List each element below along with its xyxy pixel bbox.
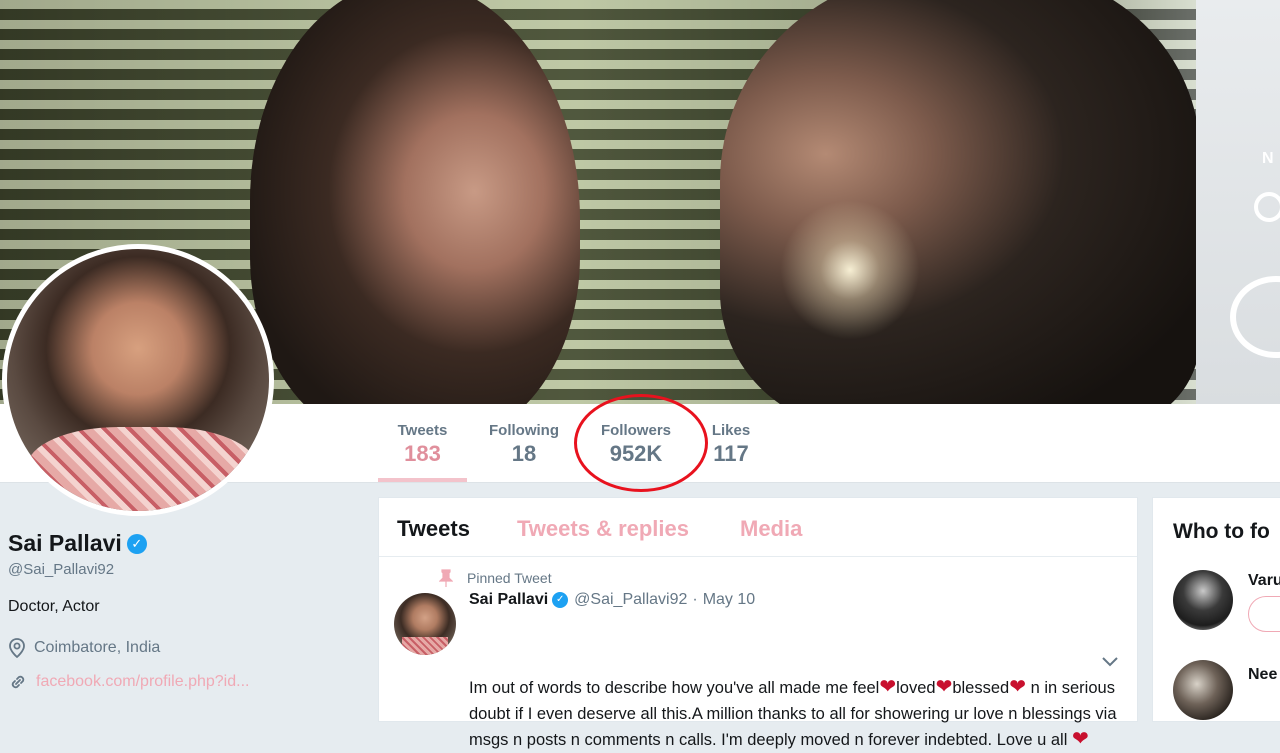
chevron-down-icon[interactable]	[1101, 655, 1119, 667]
tweet-text-part: loved	[896, 679, 936, 697]
suggested-user-avatar[interactable]	[1173, 570, 1233, 630]
heart-icon: ❤	[1071, 728, 1089, 750]
banner-poster-letters: N	[1262, 150, 1274, 167]
pinned-label-row: Pinned Tweet	[439, 569, 552, 587]
profile-handle[interactable]: @Sai_Pallavi92	[8, 561, 358, 578]
heart-icon: ❤	[935, 676, 953, 698]
profile-website: facebook.com/profile.php?id...	[8, 672, 358, 692]
profile-avatar[interactable]	[2, 244, 274, 516]
followers-highlight-circle	[574, 394, 708, 492]
follow-button[interactable]	[1248, 596, 1280, 632]
tweet-date[interactable]: May 10	[703, 591, 755, 609]
profile-location: Coimbatore, India	[8, 638, 358, 658]
tweet-handle[interactable]: @Sai_Pallavi92	[574, 591, 687, 609]
profile-name[interactable]: Sai Pallavi	[8, 530, 122, 557]
stat-value: 18	[511, 441, 537, 466]
banner-poster-ring	[1254, 192, 1280, 222]
tab-media[interactable]: Media	[740, 516, 802, 542]
timeline: Tweets Tweets & replies Media Pinned Twe…	[378, 497, 1138, 749]
suggested-user-name[interactable]: Varu	[1248, 572, 1280, 590]
tweet-header: Sai Pallavi ✓ @Sai_Pallavi92 · May 10	[469, 591, 755, 609]
pin-icon	[439, 569, 453, 587]
stat-value: 183	[404, 441, 441, 466]
verified-badge-icon: ✓	[126, 533, 147, 554]
tab-tweets-replies[interactable]: Tweets & replies	[517, 516, 689, 542]
tab-tweets[interactable]: Tweets	[397, 516, 470, 542]
banner-person-left	[250, 0, 580, 404]
stat-label: Tweets	[397, 422, 448, 439]
tweet-text-part: Im out of words to describe how you've a…	[469, 679, 880, 697]
tweet-text-part: blessed	[952, 679, 1010, 697]
location-pin-icon	[9, 638, 25, 658]
location-text: Coimbatore, India	[34, 639, 161, 656]
stat-following[interactable]: Following 18	[480, 404, 568, 482]
heart-icon: ❤	[879, 676, 897, 698]
profile-bio: Doctor, Actor	[8, 598, 100, 615]
tweet-author[interactable]: Sai Pallavi	[469, 591, 548, 609]
avatar-saree	[27, 427, 257, 511]
verified-badge-icon: ✓	[552, 592, 569, 608]
suggested-user-name[interactable]: Nee	[1248, 666, 1277, 684]
pinned-label: Pinned Tweet	[467, 570, 552, 586]
stat-tweets[interactable]: Tweets 183	[378, 404, 467, 482]
heart-icon: ❤	[1009, 676, 1026, 698]
stat-label: Likes	[711, 422, 751, 439]
profile-card: Sai Pallavi ✓ @Sai_Pallavi92 Doctor, Act…	[8, 530, 358, 692]
link-icon	[11, 675, 25, 689]
timeline-tabs: Tweets Tweets & replies Media	[379, 498, 1137, 557]
tweet-avatar[interactable]	[394, 593, 456, 655]
banner-person-right	[720, 0, 1200, 404]
who-to-follow-panel: Who to fo Varu Nee	[1152, 497, 1280, 722]
stat-value: 117	[713, 441, 749, 466]
stat-likes[interactable]: Likes 117	[706, 404, 756, 482]
suggested-user-avatar[interactable]	[1173, 660, 1233, 720]
banner-sunlight	[780, 200, 920, 340]
tweet-text: Im out of words to describe how you've a…	[469, 675, 1125, 753]
tweet-separator: ·	[692, 591, 698, 608]
website-link[interactable]: facebook.com/profile.php?id...	[36, 673, 249, 691]
stat-label: Following	[489, 422, 559, 439]
who-to-follow-title: Who to fo	[1173, 520, 1270, 543]
